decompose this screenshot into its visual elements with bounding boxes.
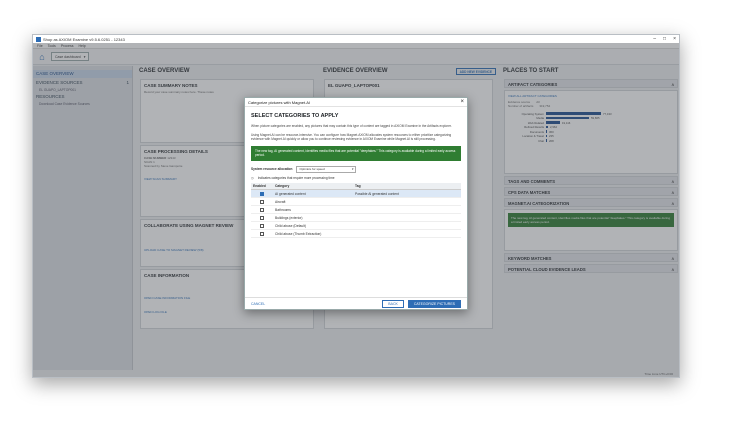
tag-cell — [353, 213, 461, 222]
categorize-pictures-button[interactable]: CATEGORIZE PICTURES — [407, 299, 461, 308]
enabled-checkbox[interactable] — [260, 215, 264, 220]
tag-cell: Possible AI generated content — [353, 189, 461, 198]
resource-allocation-label: System resource allocation — [251, 167, 293, 171]
category-cell: Child abuse (Thumb Extraction) — [273, 229, 353, 238]
minimize-icon[interactable]: – — [653, 36, 656, 42]
category-table: Enabled Category Tag AI generated conten… — [251, 182, 461, 238]
resource-allocation-select[interactable]: Optimize for speed ▾ — [296, 165, 357, 173]
category-cell: Child abuse (Default) — [273, 221, 353, 230]
dialog-heading: SELECT CATEGORIES TO APPLY — [251, 113, 339, 119]
deepfake-notice: The new tag, AI generated content, ident… — [251, 145, 461, 161]
category-cell: AI generated content — [273, 189, 353, 198]
enabled-checkbox[interactable] — [260, 191, 264, 196]
app-icon — [36, 36, 41, 42]
tag-cell — [353, 229, 461, 238]
table-row[interactable]: Child abuse (Default) — [251, 221, 461, 230]
title-bar: Shop as AXIOM Examine v9.5.6.0251 - 1234… — [33, 35, 679, 43]
enabled-checkbox[interactable] — [260, 231, 264, 236]
enabled-checkbox[interactable] — [260, 207, 264, 212]
clock-icon: ◷ — [251, 175, 254, 180]
table-row[interactable]: AI generated content Possible AI generate… — [251, 189, 461, 198]
tag-cell — [353, 221, 461, 230]
col-enabled[interactable]: Enabled — [251, 182, 273, 190]
category-cell: Buildings (exterior) — [273, 213, 353, 222]
dialog-intro: When picture categories are enabled, any… — [251, 124, 452, 128]
category-cell: Bathrooms — [273, 205, 353, 214]
table-row[interactable]: Aircraft — [251, 197, 461, 206]
dialog-footer: CANCEL BACK CATEGORIZE PICTURES — [245, 297, 467, 309]
dialog-title: Categorize pictures with Magnet.AI — [248, 99, 311, 105]
dialog-titlebar: Categorize pictures with Magnet.AI × — [245, 98, 467, 107]
close-icon[interactable]: × — [673, 36, 676, 42]
dialog-resource-note: Using Magnet.AI can be resource-intensiv… — [251, 132, 452, 142]
table-row[interactable]: Buildings (exterior) — [251, 213, 461, 222]
window-title: Shop as AXIOM Examine v9.5.6.0251 - 1234… — [43, 36, 125, 42]
more-time-note: ◷ Indicates categories that require more… — [251, 175, 335, 180]
enabled-checkbox[interactable] — [260, 223, 264, 228]
tag-cell — [353, 205, 461, 214]
back-button[interactable]: BACK — [382, 299, 404, 308]
close-icon[interactable]: × — [460, 99, 464, 105]
col-tag[interactable]: Tag — [353, 182, 461, 190]
resource-allocation-row: System resource allocation Optimize for … — [251, 165, 461, 173]
cancel-button[interactable]: CANCEL — [251, 302, 265, 306]
enabled-checkbox[interactable] — [260, 199, 264, 204]
categorize-dialog: Categorize pictures with Magnet.AI × SEL… — [244, 97, 468, 310]
col-category[interactable]: Category — [273, 182, 353, 190]
category-cell: Aircraft — [273, 197, 353, 206]
table-row[interactable]: Bathrooms — [251, 205, 461, 214]
tag-cell — [353, 197, 461, 206]
chevron-down-icon: ▾ — [351, 167, 354, 171]
table-row[interactable]: Child abuse (Thumb Extraction) — [251, 229, 461, 238]
maximize-icon[interactable]: □ — [663, 36, 666, 42]
